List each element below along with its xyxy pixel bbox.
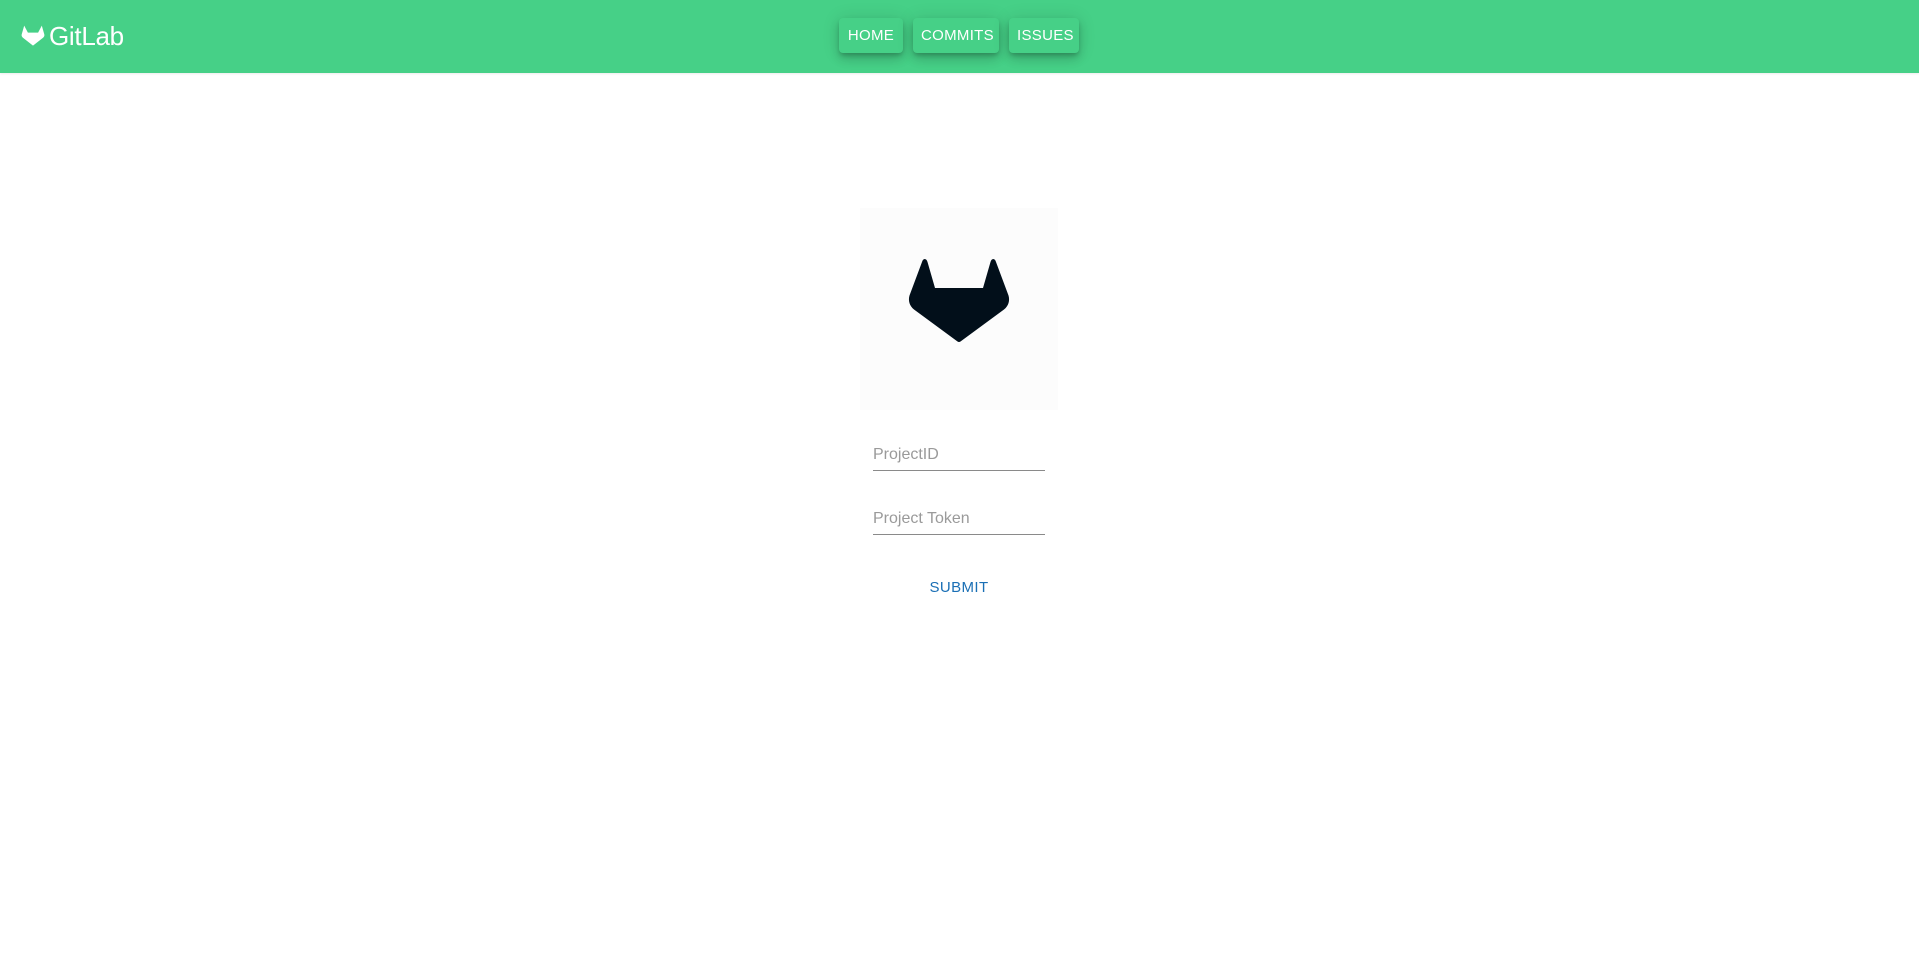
project-form <box>873 440 1045 568</box>
brand-link[interactable]: GitLab <box>21 21 124 51</box>
submit-button[interactable]: SUBMIT <box>926 570 992 604</box>
main-nav: HOME COMMITS ISSUES <box>839 18 1079 53</box>
project-id-input[interactable] <box>873 440 1045 471</box>
nav-commits-button[interactable]: COMMITS <box>913 18 999 53</box>
project-token-field-wrapper <box>873 504 1045 536</box>
top-app-bar: GitLab HOME COMMITS ISSUES <box>0 0 1919 73</box>
project-token-input[interactable] <box>873 504 1045 535</box>
nav-home-button[interactable]: HOME <box>839 18 903 53</box>
nav-issues-button[interactable]: ISSUES <box>1009 18 1079 53</box>
project-id-field-wrapper <box>873 440 1045 472</box>
brand-name: GitLab <box>49 21 124 51</box>
gitlab-tanuki-icon <box>907 257 1011 362</box>
logo-card <box>860 208 1058 410</box>
gitlab-tanuki-icon <box>21 25 45 47</box>
